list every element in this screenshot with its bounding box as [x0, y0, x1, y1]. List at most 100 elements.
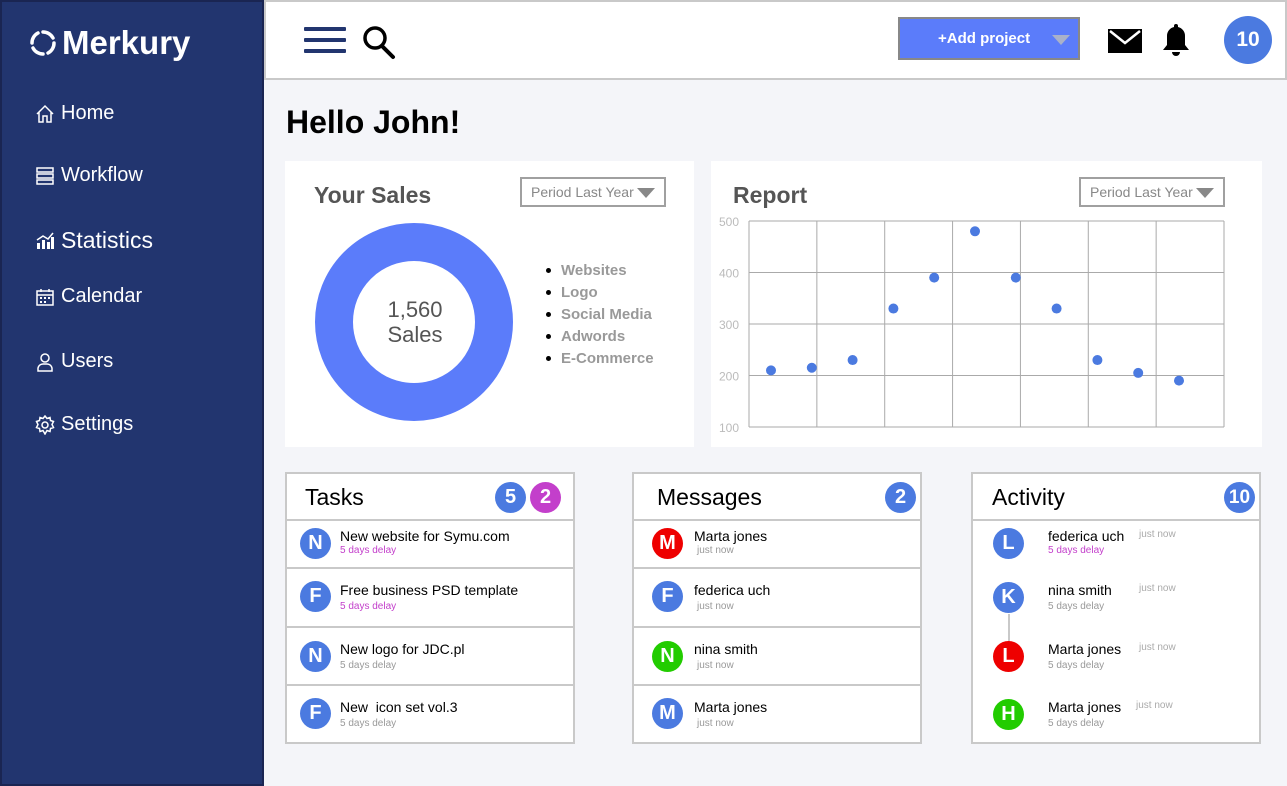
activity-user: Marta jones [1048, 699, 1122, 715]
add-project-label: +Add project [938, 30, 1031, 47]
add-project-button[interactable]: +Add project [898, 17, 1080, 60]
user-icon [34, 351, 56, 373]
task-item[interactable]: F Free business PSD template 5 days dela… [287, 569, 573, 628]
activity-avatar: L [993, 641, 1024, 672]
legend-item: E-Commerce [546, 347, 654, 369]
legend-item: Logo [546, 281, 654, 303]
message-item[interactable]: F federica uch just now [634, 569, 920, 628]
activity-avatar: L [993, 528, 1024, 559]
data-point [806, 362, 817, 373]
activity-item[interactable]: K nina smith 5 days delay just now [973, 575, 1259, 633]
message-time: just now [697, 718, 734, 729]
activity-delay: 5 days delay [1048, 718, 1105, 729]
task-avatar: F [300, 581, 331, 612]
sidebar-item-label: Users [61, 350, 114, 372]
chevron-down-icon[interactable] [1052, 35, 1070, 45]
sales-period-select[interactable]: Period Last Year [520, 177, 666, 207]
message-item[interactable]: N nina smith just now [634, 628, 920, 686]
sidebar-item-workflow[interactable]: Workflow [34, 164, 143, 187]
brand[interactable]: Merkury [28, 24, 190, 62]
data-point [1174, 375, 1184, 386]
task-delay: 5 days delay [340, 660, 397, 671]
tasks-panel: Tasks 5 2 N New website for Symu.com 5 d… [285, 472, 575, 744]
calendar-icon [34, 286, 56, 308]
sales-title: Your Sales [314, 182, 432, 208]
y-tick-label: 500 [719, 215, 739, 229]
workflow-icon [34, 165, 56, 187]
task-delay: 5 days delay [340, 718, 397, 729]
sidebar-item-label: Workflow [61, 164, 143, 186]
activity-header: Activity 10 [973, 474, 1259, 521]
message-time: just now [697, 601, 734, 612]
message-avatar: F [652, 581, 683, 612]
menu-icon[interactable] [304, 27, 346, 57]
data-point [929, 272, 940, 283]
logo-icon [30, 30, 56, 56]
activity-time: just now [1136, 700, 1173, 711]
task-item[interactable]: N New website for Symu.com 5 days delay [287, 521, 573, 569]
mail-icon[interactable] [1108, 29, 1142, 58]
task-item[interactable]: N New logo for JDC.pl 5 days delay [287, 628, 573, 686]
message-avatar: N [652, 641, 683, 672]
data-point [970, 226, 980, 237]
message-item[interactable]: M Marta jones just now [634, 521, 920, 569]
message-avatar: M [652, 698, 683, 729]
activity-item[interactable]: L Marta jones 5 days delay just now [973, 633, 1259, 691]
sidebar-item-label: Home [61, 102, 115, 124]
donut-center-label: 1,560 Sales [315, 297, 515, 347]
task-item[interactable]: F New icon set vol.3 5 days delay [287, 686, 573, 744]
activity-delay: 5 days delay [1048, 545, 1105, 556]
sidebar-item-label: Settings [61, 413, 134, 435]
bell-icon[interactable] [1162, 22, 1190, 63]
message-avatar: M [652, 528, 683, 559]
page-title: Hello John! [286, 104, 461, 140]
data-point [1092, 355, 1103, 366]
activity-avatar: H [993, 699, 1024, 730]
data-point [766, 365, 776, 376]
task-delay: 5 days delay [340, 545, 397, 556]
data-point [1010, 272, 1021, 283]
sidebar-item-settings[interactable]: Settings [34, 413, 133, 436]
legend-item: Adwords [546, 325, 654, 347]
report-card: Report Period Last Year 500 400 300 200 100 [711, 161, 1262, 447]
activity-item[interactable]: H Marta jones 5 days delay just now [973, 691, 1259, 744]
tasks-count-badge: 5 [495, 482, 526, 513]
activity-delay: 5 days delay [1048, 601, 1105, 612]
gear-icon [34, 414, 56, 436]
activity-count-badge: 10 [1224, 482, 1255, 513]
task-title: Free business PSD template [340, 582, 519, 598]
activity-panel: Activity 10 L federica uch 5 days delay … [971, 472, 1261, 744]
activity-user: nina smith [1048, 582, 1112, 598]
sidebar-item-label: Statistics [61, 227, 154, 253]
notification-badge[interactable]: 10 [1224, 16, 1272, 64]
messages-title: Messages [657, 484, 762, 510]
y-tick-label: 400 [719, 267, 739, 281]
sidebar-item-statistics[interactable]: Statistics [34, 227, 153, 254]
activity-delay: 5 days delay [1048, 660, 1105, 671]
data-point [1051, 303, 1062, 314]
activity-time: just now [1139, 529, 1176, 540]
task-avatar: F [300, 698, 331, 729]
message-time: just now [697, 660, 734, 671]
sales-total-label: Sales [387, 322, 443, 347]
y-tick-label: 100 [719, 421, 739, 435]
task-avatar: N [300, 528, 331, 559]
task-title: New icon set vol.3 [340, 699, 458, 715]
data-point [1133, 367, 1144, 378]
message-item[interactable]: M Marta jones just now [634, 686, 920, 744]
data-point [888, 303, 899, 314]
task-avatar: N [300, 641, 331, 672]
y-tick-label: 200 [719, 370, 739, 384]
activity-avatar: K [993, 582, 1024, 613]
sidebar-item-calendar[interactable]: Calendar [34, 285, 142, 308]
sales-total: 1,560 [387, 297, 443, 322]
message-time: just now [697, 545, 734, 556]
task-title: New website for Symu.com [340, 528, 510, 544]
search-icon[interactable] [362, 24, 396, 65]
activity-item[interactable]: L federica uch 5 days delay just now [973, 521, 1259, 575]
sidebar-item-home[interactable]: Home [34, 102, 114, 125]
report-scatter-chart: 500 400 300 200 100 [719, 215, 1225, 435]
sidebar-item-users[interactable]: Users [34, 350, 113, 373]
tasks-title: Tasks [305, 484, 364, 510]
data-point [847, 355, 858, 366]
